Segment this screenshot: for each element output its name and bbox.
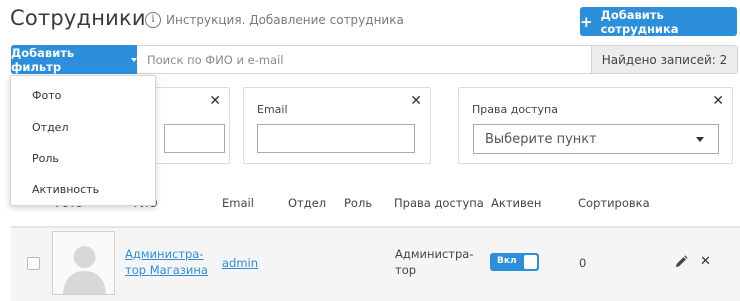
toggle-label: Вкл: [497, 256, 517, 266]
filter-card-name: ✕: [150, 87, 230, 164]
user-silhouette-icon: [63, 246, 106, 294]
table-row: [11, 228, 740, 301]
menu-item-role[interactable]: Роль: [32, 152, 59, 165]
email-filter-field[interactable]: [257, 124, 415, 153]
row-checkbox[interactable]: [27, 257, 40, 270]
help-link[interactable]: Инструкция. Добавление сотрудника: [166, 13, 404, 27]
menu-item-department[interactable]: Отдел: [32, 121, 68, 134]
avatar[interactable]: [52, 231, 115, 295]
menu-item-activity[interactable]: Активность: [32, 183, 99, 196]
rights-filter-label: Права доступа: [472, 103, 558, 116]
employee-name-line1: Администра-: [125, 247, 204, 261]
email-filter-label: Email: [257, 103, 288, 116]
column-role[interactable]: Роль: [344, 196, 372, 210]
rights-select-value: Выберите пункт: [485, 131, 597, 147]
employee-rights: Администра- тор: [395, 246, 473, 278]
menu-item-photo[interactable]: Фото: [32, 89, 61, 102]
column-sort[interactable]: Сортировка: [578, 196, 650, 210]
close-icon[interactable]: ✕: [410, 93, 422, 109]
column-email[interactable]: Email: [222, 196, 254, 210]
employee-rights-line1: Администра-: [395, 247, 474, 261]
delete-icon[interactable]: ✕: [700, 255, 711, 269]
caret-down-icon: [131, 58, 137, 62]
employee-rights-line2: тор: [395, 263, 417, 277]
search-input[interactable]: [138, 46, 590, 73]
filter-card-rights: Права доступа ✕ Выберите пункт: [458, 87, 733, 164]
employee-name-link[interactable]: Администра- тор Магазина: [125, 246, 208, 278]
column-active[interactable]: Активен: [491, 196, 541, 210]
column-rights[interactable]: Права доступа: [394, 196, 484, 210]
pencil-icon[interactable]: [674, 255, 688, 269]
close-icon[interactable]: ✕: [209, 93, 221, 109]
add-employee-button[interactable]: + Добавить сотрудника: [580, 7, 737, 36]
info-icon[interactable]: i: [145, 12, 161, 28]
add-filter-button[interactable]: Добавить фильтр: [11, 45, 137, 74]
rights-select[interactable]: Выберите пункт: [473, 124, 719, 154]
page-title: Сотрудники: [10, 6, 146, 30]
employee-name-line2: тор Магазина: [125, 263, 208, 277]
employee-sort: 0: [579, 256, 587, 270]
add-employee-label: Добавить сотрудника: [600, 7, 679, 36]
close-icon[interactable]: ✕: [712, 93, 724, 109]
plus-icon: +: [580, 12, 593, 31]
add-filter-label: Добавить фильтр: [11, 45, 75, 74]
active-toggle[interactable]: Вкл: [490, 253, 539, 271]
name-filter-field[interactable]: [164, 124, 225, 153]
column-department[interactable]: Отдел: [288, 196, 326, 210]
toggle-knob: [524, 255, 537, 269]
filter-dropdown-menu: Фото Отдел Роль Активность: [10, 75, 156, 206]
employee-email-link[interactable]: admin: [222, 255, 258, 271]
filter-card-email: Email ✕: [243, 87, 431, 164]
found-count: Найдено записей: 2: [591, 46, 737, 73]
chevron-down-icon: [696, 137, 704, 142]
